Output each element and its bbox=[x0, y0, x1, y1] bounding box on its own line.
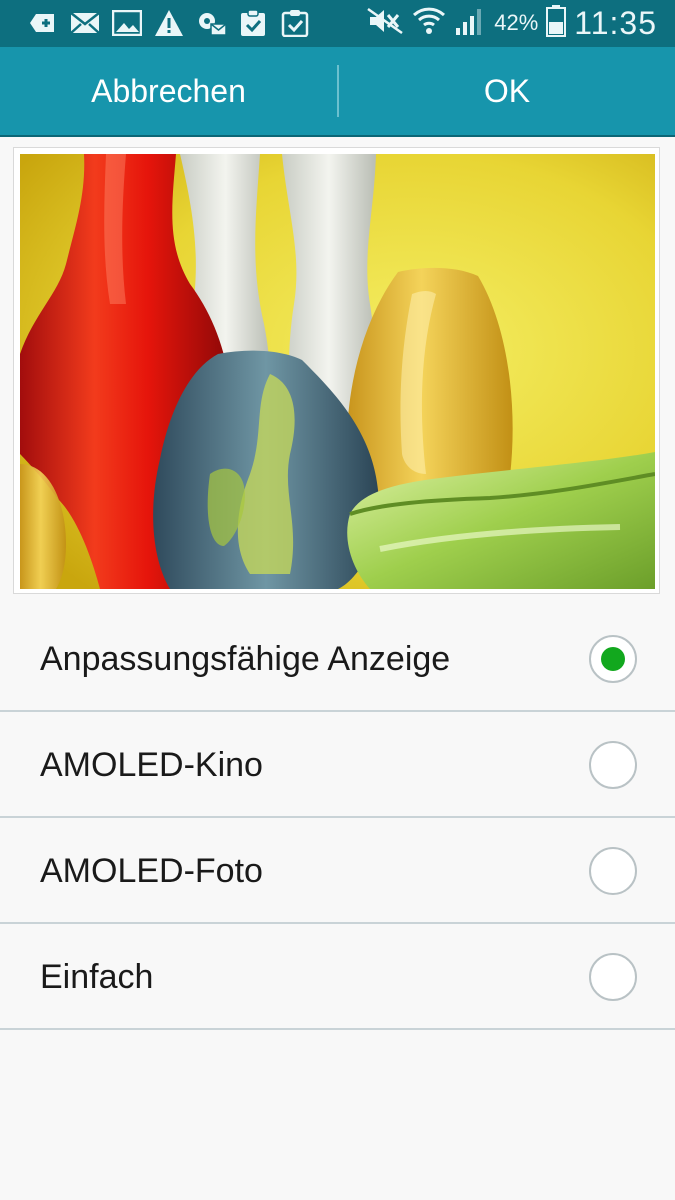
screen-mode-preview bbox=[13, 147, 660, 594]
radio-selected[interactable] bbox=[589, 635, 637, 683]
radio-dot bbox=[601, 647, 625, 671]
radio-unselected[interactable] bbox=[589, 953, 637, 1001]
clipboard-check-icon bbox=[236, 7, 270, 39]
action-bar: Abbrechen OK bbox=[0, 47, 675, 137]
cancel-button[interactable]: Abbrechen bbox=[0, 47, 337, 135]
battery-percent: 42% bbox=[494, 10, 539, 35]
option-label: Einfach bbox=[40, 958, 154, 996]
mail-icon bbox=[68, 7, 102, 39]
clipboard-check-icon bbox=[278, 7, 312, 39]
wifi-icon bbox=[412, 5, 446, 42]
radio-unselected[interactable] bbox=[589, 847, 637, 895]
notification-icons bbox=[26, 7, 312, 39]
signal-icon bbox=[454, 6, 486, 41]
system-icons: 42% 11:35 bbox=[366, 4, 657, 42]
clock: 11:35 bbox=[574, 4, 657, 41]
option-basic[interactable]: Einfach bbox=[0, 924, 675, 1030]
gear-mail-icon bbox=[194, 7, 228, 39]
option-adaptive-display[interactable]: Anpassungsfähige Anzeige bbox=[0, 606, 675, 712]
glass-vases-image bbox=[20, 154, 655, 589]
ok-button[interactable]: OK bbox=[339, 47, 675, 135]
option-amoled-photo[interactable]: AMOLED-Foto bbox=[0, 818, 675, 924]
option-label: Anpassungsfähige Anzeige bbox=[40, 640, 451, 678]
option-label: AMOLED-Foto bbox=[40, 852, 263, 890]
battery-icon bbox=[546, 4, 567, 42]
warning-icon bbox=[152, 7, 186, 39]
plus-box-icon bbox=[26, 7, 60, 39]
radio-unselected[interactable] bbox=[589, 741, 637, 789]
mute-icon bbox=[366, 7, 404, 40]
image-icon bbox=[110, 7, 144, 39]
status-bar: 42% 11:35 bbox=[0, 0, 675, 47]
option-label: AMOLED-Kino bbox=[40, 746, 263, 784]
option-amoled-cinema[interactable]: AMOLED-Kino bbox=[0, 712, 675, 818]
